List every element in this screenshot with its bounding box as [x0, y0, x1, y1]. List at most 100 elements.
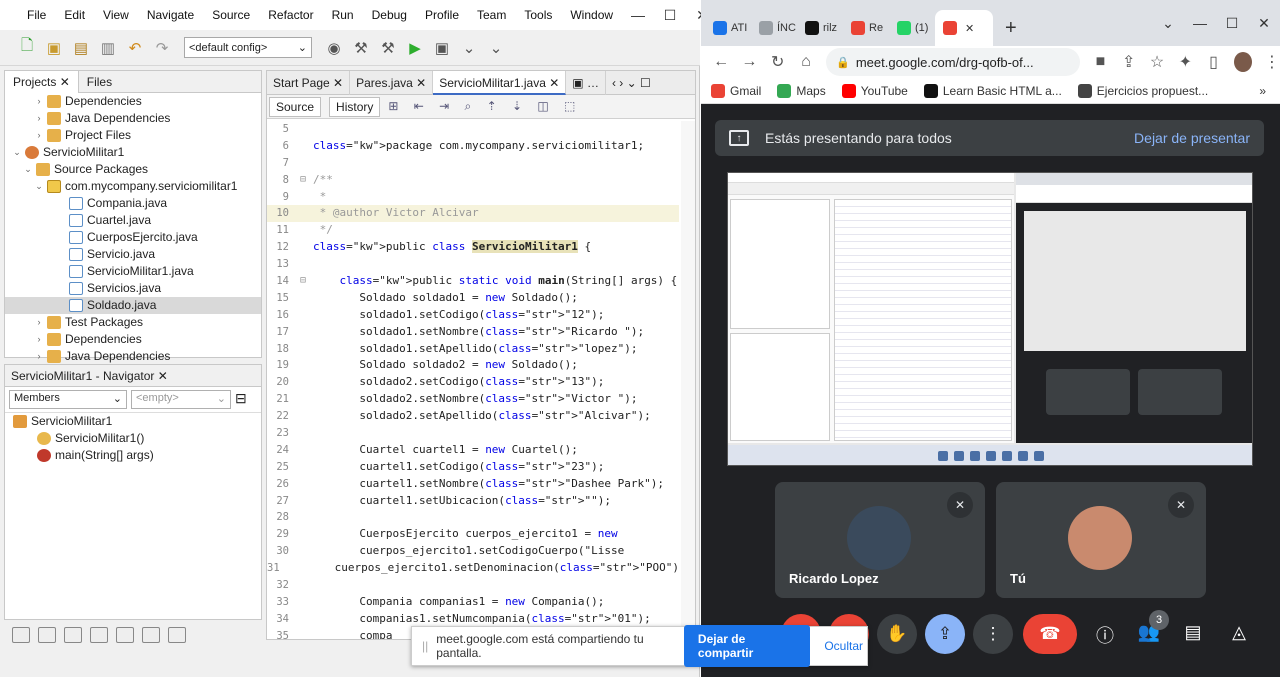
filter-icon[interactable] — [116, 627, 134, 643]
tree-item[interactable]: › Java Dependencies — [5, 110, 261, 127]
minimize-icon[interactable]: — — [1184, 15, 1216, 31]
browser-tab[interactable]: rilz — [797, 10, 843, 46]
expand-icon[interactable]: ⌄ — [22, 161, 34, 178]
tree-item[interactable]: CuerposEjercito.java — [5, 229, 261, 246]
minimize-icon[interactable]: — — [622, 7, 654, 24]
new-file-icon[interactable]: 🗋 — [16, 37, 38, 59]
chevron-down-icon[interactable]: ⌄ — [1152, 15, 1184, 32]
tree-item[interactable]: Soldado.java — [5, 297, 261, 314]
reload-icon[interactable]: ↻ — [770, 52, 786, 72]
navigator-item[interactable]: ServicioMilitar1 — [5, 413, 261, 430]
debug-icon[interactable]: ▣ — [431, 37, 453, 59]
menu-profile[interactable]: Profile — [416, 8, 468, 22]
tab-files[interactable]: Files — [79, 71, 120, 93]
save-all-icon[interactable]: ▥ — [97, 37, 119, 59]
participant-tile-ricardo[interactable]: ✕ Ricardo Lopez — [775, 482, 985, 598]
bookmark[interactable]: YouTube — [841, 83, 908, 98]
expand-icon[interactable]: › — [33, 331, 45, 348]
tree-item[interactable]: › Java Dependencies — [5, 348, 261, 365]
menu-file[interactable]: File — [18, 8, 55, 22]
more-toolbar-icon[interactable]: ⌄ — [485, 37, 507, 59]
tree-item[interactable]: Compania.java — [5, 195, 261, 212]
extensions-icon[interactable]: ✦ — [1177, 52, 1193, 72]
new-tab-icon[interactable]: + — [993, 10, 1029, 46]
browser-tab[interactable]: (1) — [889, 10, 935, 46]
raise-hand-icon[interactable]: ✋ — [877, 614, 917, 654]
menu-debug[interactable]: Debug — [363, 8, 416, 22]
source-button[interactable]: Source — [269, 96, 322, 117]
address-input[interactable]: 🔒 meet.google.com/drg-qofb-of... — [826, 48, 1081, 76]
tab-serviciomilitar1-java[interactable]: ServicioMilitar1.java ✕ — [433, 70, 567, 95]
fold-icon[interactable]: ⊟ — [293, 273, 313, 290]
undo-icon[interactable]: ↶ — [124, 37, 146, 59]
stop-sharing-button[interactable]: Dejar de compartir — [683, 625, 811, 667]
present-now-icon[interactable]: ⇪ — [925, 614, 965, 654]
star-icon[interactable]: ☆ — [1149, 52, 1165, 72]
menu-kebab-icon[interactable]: ⋮ — [1264, 52, 1280, 72]
new-project-icon[interactable]: ▣ — [43, 37, 65, 59]
sidepanel-icon[interactable]: ▯ — [1205, 52, 1221, 72]
more-options-icon[interactable]: ⋮ — [973, 614, 1013, 654]
tree-item[interactable]: ⌄ ServicioMilitar1 — [5, 144, 261, 161]
sort-source-icon[interactable] — [168, 627, 186, 643]
chat-icon[interactable]: ▤ — [1181, 622, 1205, 643]
tab-more-icon[interactable]: ▣ … — [566, 70, 606, 95]
browser-tab[interactable]: ✕ — [935, 10, 993, 46]
tab-pares-java[interactable]: Pares.java ✕ — [350, 70, 434, 95]
tree-item[interactable]: › Test Packages — [5, 314, 261, 331]
config-select[interactable]: <default config> ⌄ — [184, 37, 312, 58]
tree-item[interactable]: Cuartel.java — [5, 212, 261, 229]
editor-tools-icon[interactable]: ⊞ ⇤ ⇥ ⌕ ⇡ ⇣ ◫ ⬚ — [388, 99, 581, 114]
profile-avatar[interactable] — [1233, 52, 1252, 72]
browser-tab[interactable]: ATI — [705, 10, 751, 46]
tree-item[interactable]: ServicioMilitar1.java — [5, 263, 261, 280]
code-area[interactable]: 5 6 class="kw">package com.mycompany.servi… — [267, 121, 679, 639]
menu-refactor[interactable]: Refactor — [259, 8, 322, 22]
menu-edit[interactable]: Edit — [55, 8, 94, 22]
navigator-options-icon[interactable]: ⊟ — [235, 390, 247, 409]
menu-window[interactable]: Window — [561, 8, 622, 22]
tab-start-page[interactable]: Start Page ✕ — [267, 70, 351, 95]
tree-item[interactable]: ⌄ Source Packages — [5, 161, 261, 178]
drag-handle-icon[interactable]: || — [422, 639, 428, 653]
bookmark[interactable]: Learn Basic HTML a... — [923, 83, 1062, 98]
expand-icon[interactable]: ⌄ — [11, 144, 23, 161]
menu-navigate[interactable]: Navigate — [138, 8, 203, 22]
activities-icon[interactable]: ◬ — [1227, 622, 1251, 643]
expand-icon[interactable]: › — [33, 348, 45, 365]
leave-call-icon[interactable]: ☎ — [1023, 614, 1077, 654]
expand-icon[interactable]: ⌄ — [33, 178, 45, 195]
expand-icon[interactable]: › — [33, 93, 45, 110]
bookmark[interactable]: Maps — [777, 83, 826, 98]
maximize-icon[interactable]: ☐ — [654, 7, 686, 24]
menu-tools[interactable]: Tools — [515, 8, 561, 22]
tab-scroll-arrows-icon[interactable]: ‹ › ⌄ ☐ — [606, 76, 657, 90]
expand-icon[interactable]: › — [33, 127, 45, 144]
tab-close-icon[interactable]: ✕ — [965, 22, 974, 35]
bookmark[interactable]: Gmail — [711, 83, 761, 98]
tree-item[interactable]: ⌄ com.mycompany.serviciomilitar1 — [5, 178, 261, 195]
menu-run[interactable]: Run — [323, 8, 363, 22]
tree-item[interactable]: › Project Files — [5, 127, 261, 144]
open-project-icon[interactable]: ▤ — [70, 37, 92, 59]
close-icon[interactable]: ✕ — [1248, 15, 1280, 32]
globe-icon[interactable]: ◉ — [323, 37, 345, 59]
filter-inherited-icon[interactable] — [90, 627, 108, 643]
home-icon[interactable]: ⌂ — [798, 53, 814, 71]
menu-view[interactable]: View — [94, 8, 138, 22]
camera-icon[interactable]: ■ — [1092, 53, 1108, 71]
members-select[interactable]: Members ⌄ — [9, 390, 127, 409]
expand-icon[interactable]: › — [33, 314, 45, 331]
bookmark[interactable]: Ejercicios propuest... — [1077, 83, 1208, 98]
tree-item[interactable]: › Dependencies — [5, 331, 261, 348]
run-icon[interactable]: ▶ — [404, 37, 426, 59]
tree-item[interactable]: Servicio.java — [5, 246, 261, 263]
sort-name-icon[interactable] — [142, 627, 160, 643]
info-icon[interactable]: ⓘ — [1093, 622, 1117, 648]
hide-button[interactable]: Ocultar — [820, 632, 867, 660]
expand-icon[interactable]: › — [33, 110, 45, 127]
filter-fields-icon[interactable] — [12, 627, 30, 643]
participant-tile-you[interactable]: ✕ Tú — [996, 482, 1206, 598]
fold-icon[interactable]: ⊟ — [293, 172, 313, 189]
browser-tab[interactable]: Re — [843, 10, 889, 46]
